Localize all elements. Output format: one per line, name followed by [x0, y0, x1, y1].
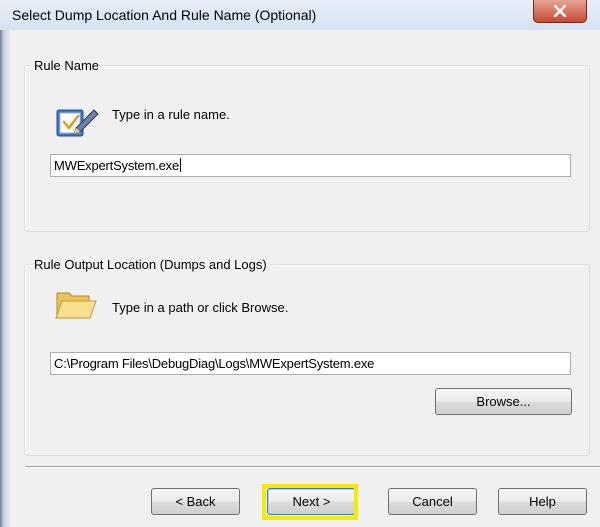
window-frame-edge — [0, 30, 10, 527]
rule-edit-icon — [56, 109, 99, 137]
cancel-button[interactable]: Cancel — [388, 488, 477, 515]
back-button[interactable]: < Back — [151, 488, 240, 515]
browse-button[interactable]: Browse... — [435, 388, 572, 415]
help-button[interactable]: Help — [498, 488, 587, 515]
text-caret — [180, 158, 181, 172]
title-bar: Select Dump Location And Rule Name (Opti… — [0, 0, 600, 31]
button-separator — [26, 466, 600, 468]
dialog-body: Rule Name Type in a rule name. MWExpertS… — [10, 30, 600, 527]
rule-name-hint: Type in a rule name. — [112, 107, 230, 122]
close-icon — [553, 5, 567, 17]
close-button[interactable] — [533, 0, 587, 23]
folder-icon — [55, 292, 97, 319]
rule-name-value: MWExpertSystem.exe — [54, 158, 179, 173]
window-title: Select Dump Location And Rule Name (Opti… — [12, 7, 317, 23]
output-path-value: C:\Program Files\DebugDiag\Logs\MWExpert… — [54, 356, 375, 371]
rule-name-legend: Rule Name — [34, 58, 100, 73]
next-button[interactable]: Next > — [267, 488, 356, 515]
output-location-hint: Type in a path or click Browse. — [112, 300, 289, 315]
output-path-input[interactable]: C:\Program Files\DebugDiag\Logs\MWExpert… — [50, 352, 571, 375]
rule-name-group: Rule Name — [24, 58, 590, 232]
output-location-legend: Rule Output Location (Dumps and Logs) — [34, 257, 267, 272]
rule-name-input[interactable]: MWExpertSystem.exe — [50, 154, 571, 177]
